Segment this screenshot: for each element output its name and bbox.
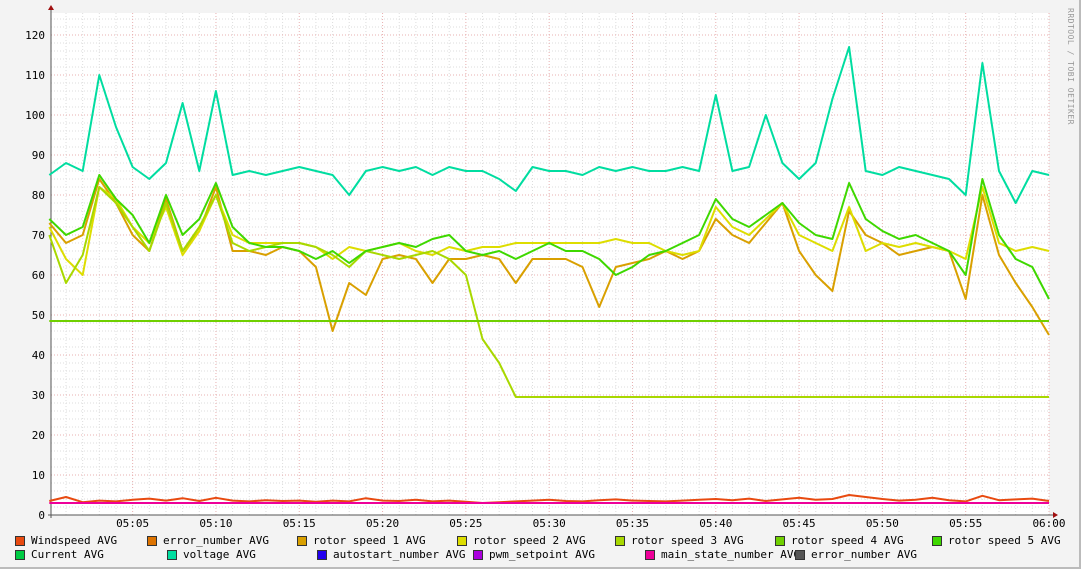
legend-item: rotor speed 5 AVG [932,534,1061,547]
y-tick-label: 60 [32,269,45,282]
x-tick-label: 05:10 [199,517,232,530]
legend-item: Current AVG [15,548,104,561]
legend-label: error_number AVG [163,534,269,547]
x-tick-label: 05:30 [533,517,566,530]
legend-label: main_state_number AVG [661,548,801,561]
legend-label: error_number AVG [811,548,917,561]
y-tick-label: 90 [32,149,45,162]
x-tick-label: 05:20 [366,517,399,530]
legend-swatch [615,535,625,546]
y-tick-label: 30 [32,389,45,402]
legend-label: rotor speed 5 AVG [948,534,1061,547]
x-tick-label: 06:00 [1032,517,1065,530]
legend-swatch [645,549,655,560]
legend-swatch [473,549,483,560]
y-tick-label: 50 [32,309,45,322]
legend-item: error_number AVG [795,548,917,561]
legend-item: rotor speed 1 AVG [297,534,426,547]
legend-label: Current AVG [31,548,104,561]
legend-swatch [15,535,25,546]
legend-item: Windspeed AVG [15,534,117,547]
legend-swatch [147,535,157,546]
legend-item: main_state_number AVG [645,548,800,561]
x-tick-label: 05:15 [283,517,316,530]
x-tick-label: 05:05 [116,517,149,530]
legend-swatch [297,535,307,546]
chart-plot: 0 10 20 30 40 50 60 70 80 90 100 110 120 05:05 05:10 05… [25,5,1066,530]
legend-item: autostart_number AVG [317,548,465,561]
x-tick-label: 05:25 [449,517,482,530]
y-tick-label: 80 [32,189,45,202]
x-tick-label: 05:55 [949,517,982,530]
y-tick-label: 40 [32,349,45,362]
y-tick-label: 100 [25,109,45,122]
y-tick-label: 110 [25,69,45,82]
legend-label: rotor speed 2 AVG [473,534,586,547]
x-tick-label: 05:45 [783,517,816,530]
x-tick-label: 05:35 [616,517,649,530]
legend-item: error_number AVG [147,534,269,547]
legend-swatch [15,549,25,560]
legend-label: rotor speed 4 AVG [791,534,904,547]
legend-label: autostart_number AVG [333,548,466,561]
legend-item: pwm_setpoint AVG [473,548,595,561]
legend-label: rotor speed 3 AVG [631,534,744,547]
legend-label: pwm_setpoint AVG [489,548,595,561]
y-tick-label: 70 [32,229,45,242]
x-tick-label: 05:50 [866,517,899,530]
rrd-graph: 0 10 20 30 40 50 60 70 80 90 100 110 120 05:05 05:10 05… [0,0,1081,569]
legend-item: voltage AVG [167,548,256,561]
x-tick-label: 05:40 [699,517,732,530]
legend-item: rotor speed 4 AVG [775,534,904,547]
legend-swatch [932,535,942,546]
legend-label: rotor speed 1 AVG [313,534,426,547]
legend-swatch [457,535,467,546]
legend-label: voltage AVG [183,548,256,561]
legend-swatch [167,549,177,560]
legend-swatch [795,549,805,560]
watermark: RRDTOOL / TOBI OETIKER [1066,8,1075,125]
y-tick-label: 10 [32,469,45,482]
legend-label: Windspeed AVG [31,534,118,547]
legend-item: rotor speed 2 AVG [457,534,586,547]
y-axis-arrow-icon [48,5,54,10]
y-tick-label: 20 [32,429,45,442]
y-tick-label: 120 [25,29,45,42]
legend-swatch [775,535,785,546]
y-tick-label: 0 [38,509,45,522]
legend-swatch [317,549,327,560]
legend-item: rotor speed 3 AVG [615,534,744,547]
